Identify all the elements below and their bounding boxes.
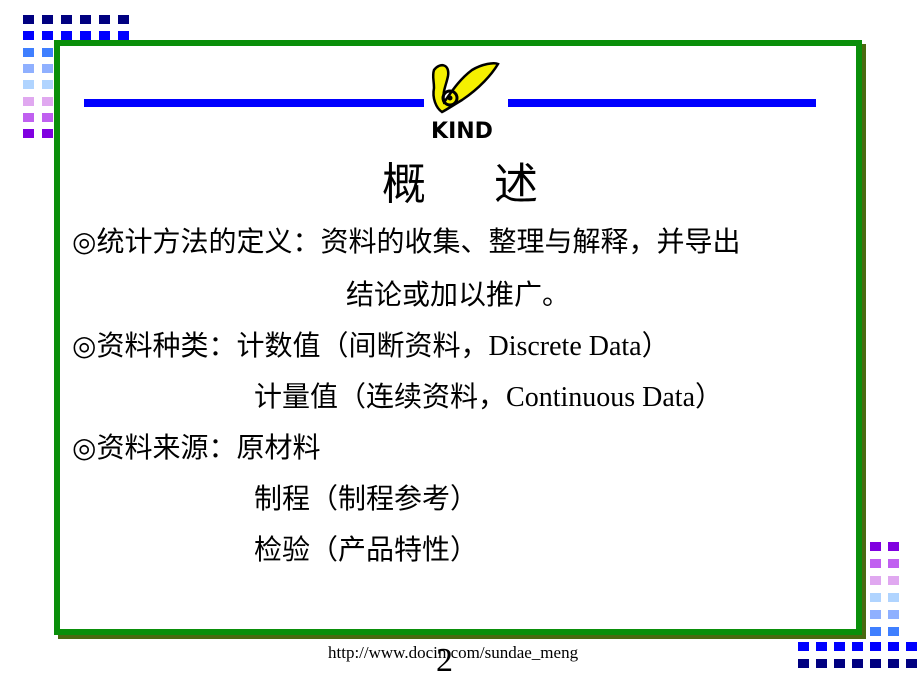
- decor-square: [42, 47, 56, 60]
- decor-square: [23, 15, 37, 27]
- bullet-definition: ◎统计方法的定义：资料的收集、整理与解释，并导出: [72, 226, 740, 258]
- decor-square: [870, 659, 884, 671]
- decor-square: [118, 31, 132, 43]
- decor-square: [798, 642, 812, 654]
- decor-square: [23, 47, 37, 60]
- title-char-2: 述: [494, 159, 538, 210]
- decor-square: [906, 642, 920, 654]
- header-rule-right: [508, 99, 816, 107]
- bullet-icon: ◎: [72, 329, 97, 362]
- decor-square: [888, 542, 902, 554]
- decor-square: [816, 642, 830, 654]
- decor-square: [42, 129, 56, 142]
- decor-square: [888, 610, 902, 622]
- bullet-icon: ◎: [72, 225, 97, 258]
- decor-square: [888, 559, 902, 571]
- decor-square: [118, 15, 132, 27]
- item-label: 资料来源：: [96, 431, 237, 464]
- decor-square: [23, 63, 37, 76]
- decor-square: [870, 576, 884, 588]
- item-text: 结论或加以推广。: [346, 278, 571, 311]
- decor-square: [23, 80, 37, 93]
- bullet-data-types: ◎资料种类：计数值（间断资料，Discrete Data）: [72, 330, 670, 363]
- decor-square: [42, 96, 56, 109]
- item-label: 统计方法的定义：: [96, 225, 321, 258]
- decor-square: [870, 627, 884, 639]
- decor-square: [42, 31, 56, 43]
- logo-bird-icon: [431, 62, 500, 114]
- decor-square: [888, 659, 902, 671]
- item-text: 制程（制程参考）: [254, 482, 479, 515]
- slide-title: 概述: [0, 148, 920, 212]
- decor-square: [80, 15, 94, 27]
- decor-square: [80, 31, 94, 43]
- decor-square: [852, 659, 866, 671]
- item-text: 原材料: [236, 431, 321, 464]
- item-text: 资料的收集、整理与解释，并导出: [320, 225, 741, 258]
- decor-square: [906, 659, 920, 671]
- item-text: 检验（产品特性）: [254, 533, 479, 566]
- decor-square: [42, 112, 56, 125]
- item-text-en: Continuous Data: [506, 382, 696, 413]
- item-close: ）: [695, 380, 724, 413]
- decor-square: [834, 659, 848, 671]
- decor-square: [852, 642, 866, 654]
- decor-square: [870, 542, 884, 554]
- bullet-data-types-cont: 计量值（连续资料，Continuous Data）: [254, 381, 723, 414]
- decor-square: [23, 31, 37, 43]
- decor-square: [888, 642, 902, 654]
- decor-square: [870, 610, 884, 622]
- header-rule-left: [84, 99, 424, 107]
- bullet-icon: ◎: [72, 431, 97, 464]
- kind-logo: KIND: [431, 62, 500, 144]
- decor-square: [870, 593, 884, 605]
- bullet-data-sources-cont: 检验（产品特性）: [254, 534, 478, 566]
- bullet-data-sources: ◎资料来源：原材料: [72, 432, 320, 464]
- decor-square: [888, 576, 902, 588]
- decor-square: [888, 627, 902, 639]
- footer-url-link[interactable]: http://www.docin.com/sundae_meng: [328, 643, 578, 663]
- decor-square: [61, 15, 75, 27]
- item-label: 资料种类：: [96, 329, 237, 362]
- decor-square: [870, 559, 884, 571]
- decor-square: [99, 31, 113, 43]
- decor-square: [61, 31, 75, 43]
- item-text-en: Discrete Data: [488, 331, 642, 362]
- logo-text: KIND: [431, 119, 493, 144]
- decor-square: [834, 642, 848, 654]
- decor-square: [798, 659, 812, 671]
- decor-square: [42, 80, 56, 93]
- item-text-zh: 计量值（连续资料，: [254, 380, 507, 413]
- decor-square: [23, 112, 37, 125]
- item-close: ）: [641, 329, 670, 362]
- decor-square: [42, 63, 56, 76]
- bullet-data-sources-cont: 制程（制程参考）: [254, 483, 478, 515]
- decor-square: [42, 15, 56, 27]
- title-char-1: 概: [382, 159, 426, 210]
- item-text-zh: 计数值（间断资料，: [236, 329, 489, 362]
- decor-square: [816, 659, 830, 671]
- decor-square: [23, 96, 37, 109]
- decor-square: [870, 642, 884, 654]
- decor-square: [23, 129, 37, 142]
- decor-square: [888, 593, 902, 605]
- bullet-definition-cont: 结论或加以推广。: [346, 279, 570, 311]
- decor-square: [99, 15, 113, 27]
